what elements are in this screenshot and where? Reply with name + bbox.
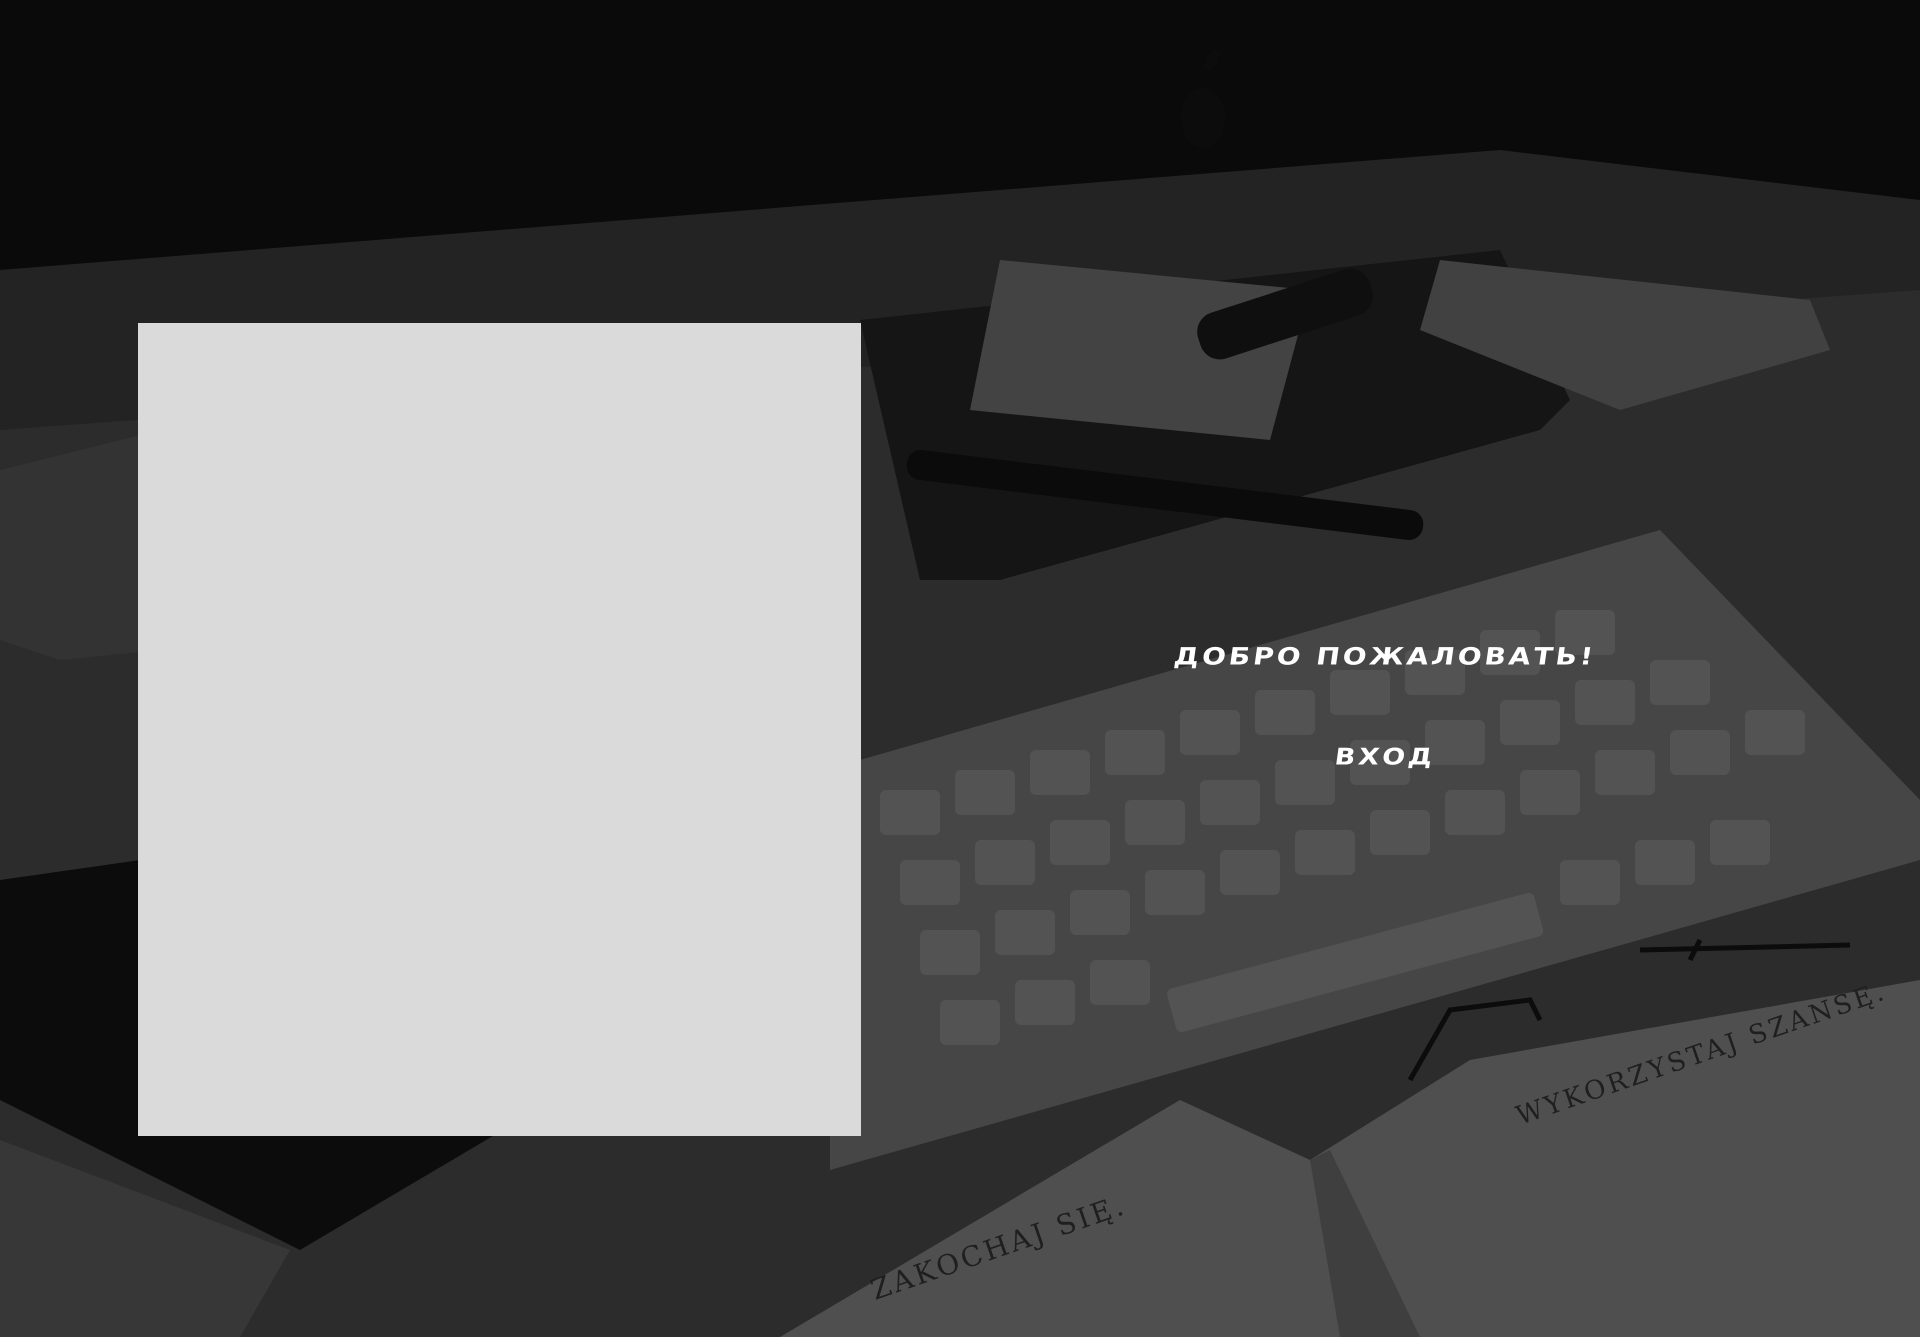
welcome-heading: ДОБРО ПОЖАЛОВАТЬ! xyxy=(1172,642,1598,671)
login-button[interactable]: ВХОД xyxy=(1293,744,1477,770)
login-screen: WYKORZYSTAJ SZANSĘ. ZAKOCHAJ SIĘ. ДОБРО … xyxy=(0,0,1920,1337)
image-placeholder-panel xyxy=(138,323,861,1136)
